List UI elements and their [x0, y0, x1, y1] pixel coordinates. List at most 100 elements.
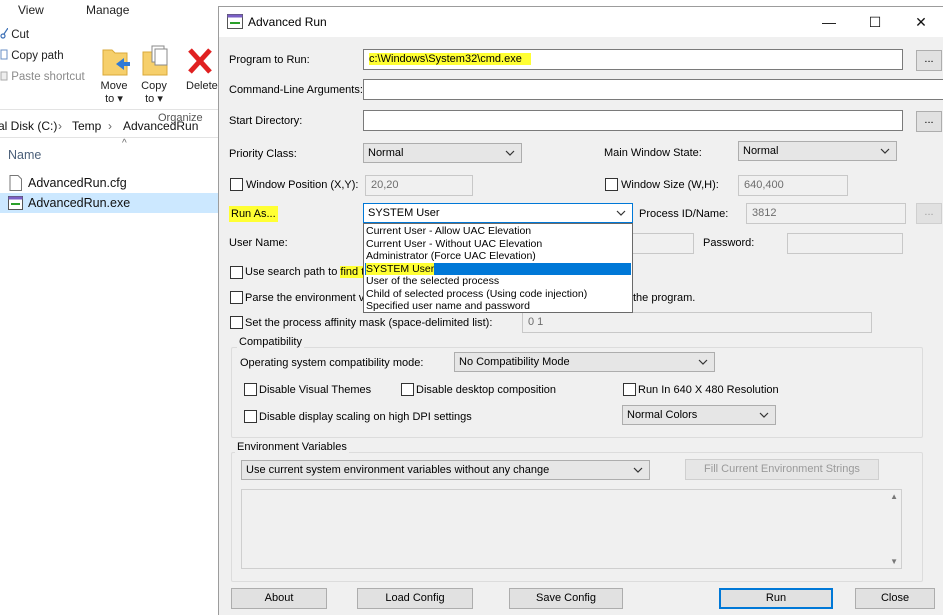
load-config-button[interactable]: Load Config: [357, 588, 473, 609]
advanced-run-dialog: Advanced Run — ☐ ✕ Program to Run: c:\Wi…: [218, 6, 943, 615]
chevron-down-icon: [505, 150, 515, 156]
runas-option[interactable]: Administrator (Force UAC Elevation): [365, 250, 631, 263]
maximize-button[interactable]: ☐: [852, 7, 898, 37]
ribbon-tab-manage[interactable]: Manage: [86, 3, 129, 17]
username-input[interactable]: [632, 233, 694, 254]
minimize-button[interactable]: —: [806, 7, 852, 37]
parse-env-label-end: the program.: [633, 292, 696, 304]
file-name: AdvancedRun.exe: [28, 196, 131, 210]
pid-label: Process ID/Name:: [639, 208, 729, 220]
window-state-combo[interactable]: Normal: [738, 141, 897, 161]
env-mode-combo[interactable]: Use current system environment variables…: [241, 460, 650, 480]
disable-dpi-label: Disable display scaling on high DPI sett…: [259, 411, 472, 423]
startdir-input[interactable]: [363, 110, 903, 131]
file-explorer-window: View Manage Cut Copy path Paste shortcut…: [0, 0, 220, 615]
args-label: Command-Line Arguments:: [229, 84, 363, 96]
about-button[interactable]: About: [231, 588, 327, 609]
paste-shortcut-button[interactable]: Paste shortcut: [0, 70, 85, 83]
save-config-button[interactable]: Save Config: [509, 588, 623, 609]
title-bar[interactable]: Advanced Run — ☐ ✕: [219, 7, 943, 37]
runas-option[interactable]: Specified user name and password: [365, 300, 631, 313]
breadcrumb-advancedrun[interactable]: AdvancedRun: [123, 119, 198, 133]
run-button[interactable]: Run: [719, 588, 833, 609]
window-position-checkbox[interactable]: [230, 178, 243, 191]
pid-browse-button[interactable]: ...: [916, 203, 942, 224]
move-to-icon: [102, 49, 130, 76]
scroll-up-icon[interactable]: ▲: [890, 492, 898, 501]
chevron-down-icon: [633, 467, 643, 473]
move-to-label: Move: [100, 80, 128, 92]
window-size-input[interactable]: 640,400: [738, 175, 848, 196]
disable-themes-checkbox[interactable]: [244, 383, 257, 396]
copy-path-button[interactable]: Copy path: [0, 49, 64, 62]
runas-dropdown-list[interactable]: Current User - Allow UAC Elevation Curre…: [363, 223, 633, 313]
minimize-icon: —: [822, 14, 836, 30]
pid-input[interactable]: 3812: [746, 203, 906, 224]
breadcrumb-separator: ›: [108, 119, 112, 133]
breadcrumb-disk[interactable]: al Disk (C:): [0, 119, 57, 133]
priority-combo[interactable]: Normal: [363, 143, 522, 163]
config-file-icon: [9, 175, 22, 191]
cut-button[interactable]: Cut: [0, 27, 30, 41]
priority-value: Normal: [368, 147, 404, 159]
window-size-checkbox[interactable]: [605, 178, 618, 191]
close-icon: ✕: [915, 14, 927, 30]
disable-themes-label: Disable Visual Themes: [259, 384, 372, 396]
run-640-label: Run In 640 X 480 Resolution: [638, 384, 779, 396]
breadcrumb-temp[interactable]: Temp: [72, 119, 101, 133]
args-input[interactable]: [363, 79, 943, 100]
fill-env-strings-button[interactable]: Fill Current Environment Strings: [685, 459, 879, 480]
startdir-browse-button[interactable]: ...: [916, 111, 942, 132]
colors-combo[interactable]: Normal Colors: [622, 405, 776, 425]
runas-option[interactable]: Child of selected process (Using code in…: [365, 288, 631, 301]
window-state-label: Main Window State:: [604, 147, 702, 159]
chevron-down-icon: [759, 412, 769, 418]
column-header-name[interactable]: Name: [8, 148, 41, 162]
search-path-label: Use search path to find th: [245, 266, 371, 278]
chevron-down-icon: [880, 148, 890, 154]
runas-option[interactable]: User of the selected process: [365, 275, 631, 288]
disable-dpi-checkbox[interactable]: [244, 410, 257, 423]
program-value: c:\Windows\System32\cmd.exe: [369, 53, 522, 65]
copy-to-icon: [142, 45, 168, 76]
close-button[interactable]: Close: [855, 588, 935, 609]
run-640-checkbox[interactable]: [623, 383, 636, 396]
file-row-selected[interactable]: AdvancedRun.exe: [0, 193, 220, 213]
runas-combo[interactable]: SYSTEM User: [363, 203, 633, 223]
window-position-input[interactable]: 20,20: [365, 175, 473, 196]
ribbon-tab-view[interactable]: View: [18, 3, 44, 17]
disable-desktop-comp-label: Disable desktop composition: [416, 384, 557, 396]
priority-label: Priority Class:: [229, 148, 297, 160]
breadcrumb-separator: ›: [58, 119, 62, 133]
program-input[interactable]: c:\Windows\System32\cmd.exe: [363, 49, 903, 70]
runas-option[interactable]: Current User - Without UAC Elevation: [365, 238, 631, 251]
scroll-down-icon[interactable]: ▼: [890, 557, 898, 566]
search-path-checkbox[interactable]: [230, 266, 243, 279]
advanced-run-app-icon: [227, 14, 243, 29]
window-state-value: Normal: [743, 145, 779, 157]
copy-to-caret: to ▾: [145, 93, 163, 105]
paste-shortcut-label: Paste shortcut: [11, 71, 85, 83]
runas-label: Run As...: [229, 206, 278, 222]
program-browse-button[interactable]: ...: [916, 50, 942, 71]
password-input[interactable]: [787, 233, 903, 254]
cut-label: Cut: [11, 29, 30, 41]
parse-env-checkbox[interactable]: [230, 291, 243, 304]
startdir-label: Start Directory:: [229, 115, 303, 127]
breadcrumb[interactable]: al Disk (C:) › Temp › AdvancedRun: [0, 114, 220, 138]
runas-option-selected[interactable]: SYSTEM User: [365, 262, 631, 275]
copy-path-label: Copy path: [11, 50, 64, 62]
affinity-checkbox[interactable]: [230, 316, 243, 329]
chevron-down-icon: [698, 359, 708, 365]
env-strings-textarea[interactable]: ▲ ▼: [241, 489, 902, 569]
delete-x-icon: [188, 48, 212, 74]
disable-desktop-comp-checkbox[interactable]: [401, 383, 414, 396]
affinity-input[interactable]: 0 1: [522, 312, 872, 333]
copy-to-label: Copy: [141, 80, 167, 92]
window-size-label: Window Size (W,H):: [621, 179, 719, 191]
runas-option[interactable]: Current User - Allow UAC Elevation: [365, 225, 631, 238]
os-mode-combo[interactable]: No Compatibility Mode: [454, 352, 715, 372]
file-row[interactable]: AdvancedRun.cfg: [0, 173, 220, 193]
close-window-button[interactable]: ✕: [898, 7, 943, 37]
file-name: AdvancedRun.cfg: [28, 176, 127, 190]
